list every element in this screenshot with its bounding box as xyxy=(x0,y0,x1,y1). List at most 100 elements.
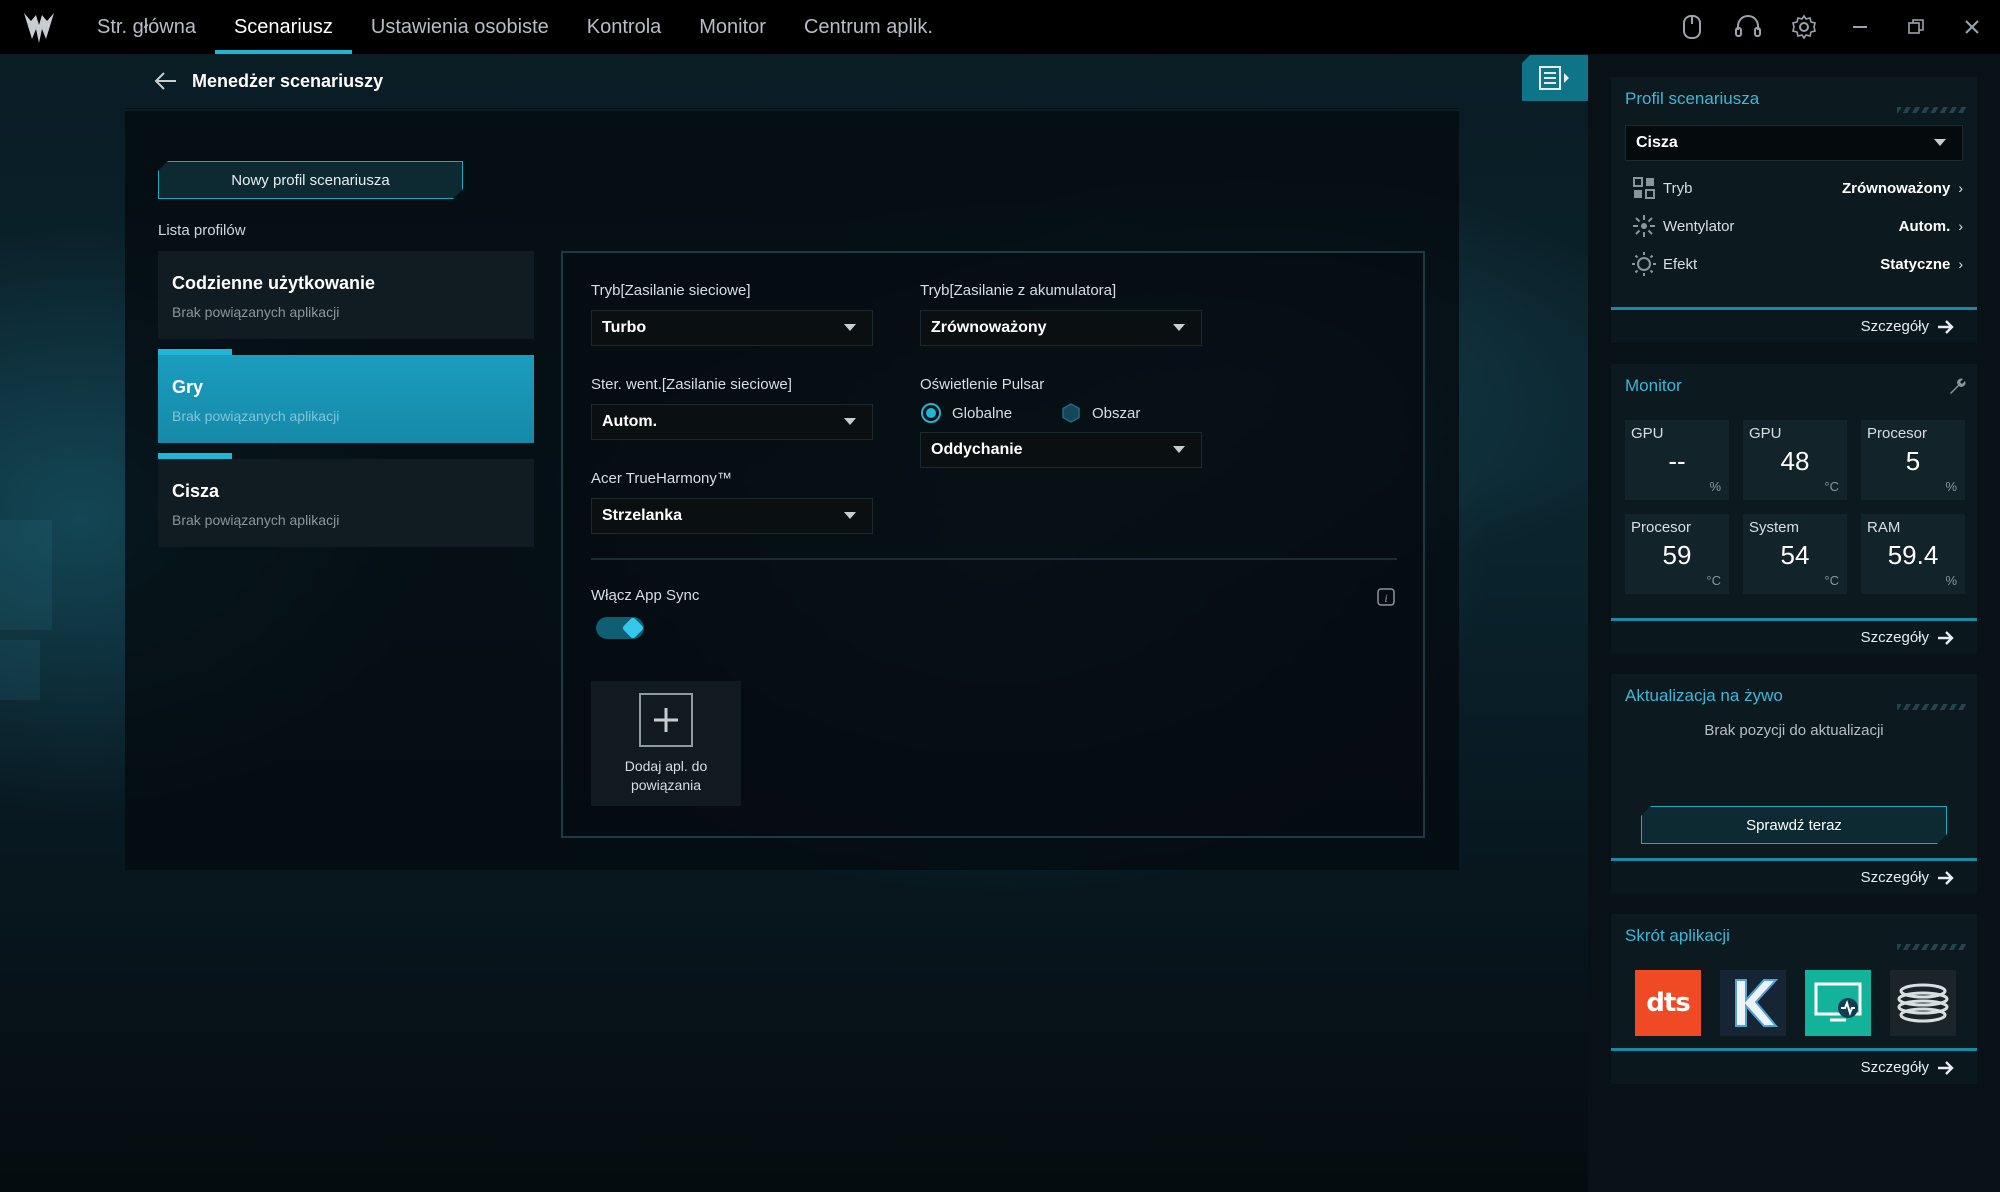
trueharmony-value: Strzelanka xyxy=(602,507,683,524)
fan-value: Autom. xyxy=(602,413,658,430)
trueharmony-label: Acer TrueHarmony™ xyxy=(591,470,732,487)
profile-item-daily[interactable]: Codzienne użytkowanie Brak powiązanych a… xyxy=(158,251,534,339)
trueharmony-dropdown[interactable]: Strzelanka xyxy=(591,498,873,534)
monitor-card: Monitor GPU --% GPU 48 °C Procesor 5% Proces… xyxy=(1611,364,1977,654)
live-update-details-link[interactable]: Szczegóły xyxy=(1611,858,1977,894)
add-app-label: Dodaj apl. do powiązania xyxy=(625,757,708,795)
chevron-down-icon xyxy=(1157,433,1201,467)
restore-icon[interactable] xyxy=(1888,0,1944,54)
plus-icon xyxy=(639,693,693,747)
shortcuts-details-link[interactable]: Szczegóły xyxy=(1611,1048,1977,1084)
metric-unit: % xyxy=(1945,573,1957,588)
monitor-details-link[interactable]: Szczegóły xyxy=(1611,618,1977,654)
card-title: Monitor xyxy=(1611,364,1977,408)
dts-icon[interactable]: dts xyxy=(1635,970,1701,1036)
radio-global-label: Globalne xyxy=(952,404,1013,422)
appsync-toggle[interactable] xyxy=(596,616,645,640)
profile-subtitle: Brak powiązanych aplikacji xyxy=(172,304,340,320)
bg-decor xyxy=(0,640,40,700)
nav-scenario[interactable]: Scenariusz xyxy=(214,0,352,54)
profile-item-silence[interactable]: Cisza Brak powiązanych aplikacji xyxy=(158,453,534,547)
top-navigation-bar: Str. główna Scenariusz Ustawienia osobis… xyxy=(0,0,2000,54)
settings-gear-icon[interactable] xyxy=(1776,0,1832,54)
chevron-down-icon xyxy=(828,405,872,439)
back-arrow-icon[interactable] xyxy=(152,70,178,92)
window-controls xyxy=(1664,0,2000,54)
row-value: Autom. xyxy=(1898,217,1951,235)
fan-row[interactable]: Wentylator Autom. › xyxy=(1611,207,1977,245)
pulsar-label: Oświetlenie Pulsar xyxy=(920,376,1045,393)
details-label: Szczegóły xyxy=(1860,1059,1929,1076)
monitor-gpu-temp: GPU 48 °C xyxy=(1743,420,1847,500)
pulsar-effect-value: Oddychanie xyxy=(931,441,1023,458)
new-profile-button[interactable]: Nowy profil scenariusza xyxy=(158,161,463,199)
app-shortcuts-card: Skrót aplikacji dts Szczegóły xyxy=(1611,914,1977,1084)
nav-app-center[interactable]: Centrum aplik. xyxy=(785,0,952,54)
profile-name: Gry xyxy=(172,377,204,397)
svg-text:i: i xyxy=(1384,591,1387,605)
radio-zone-label: Obszar xyxy=(1092,404,1141,422)
metric-unit: °C xyxy=(1706,573,1721,588)
chevron-right-icon: › xyxy=(1958,256,1963,272)
row-label: Tryb xyxy=(1663,179,1693,197)
nav-personal-settings[interactable]: Ustawienia osobiste xyxy=(352,0,568,54)
close-icon[interactable] xyxy=(1944,0,2000,54)
arrow-right-icon xyxy=(1938,870,1954,885)
sun-icon xyxy=(1631,251,1657,277)
mode-dc-label: Tryb[Zasilanie z akumulatora] xyxy=(920,282,1117,299)
radio-selected-icon xyxy=(921,403,941,423)
mode-dc-dropdown[interactable]: Zrównoważony xyxy=(920,310,1202,346)
title-stripes xyxy=(1897,107,1967,113)
check-now-button[interactable]: Sprawdź teraz xyxy=(1641,806,1947,844)
monitor-gpu-usage: GPU --% xyxy=(1625,420,1729,500)
info-icon[interactable]: i xyxy=(1376,587,1396,607)
metric-label: System xyxy=(1749,519,1800,536)
fan-dropdown[interactable]: Autom. xyxy=(591,404,873,440)
arrow-right-icon xyxy=(1938,630,1954,645)
details-label: Szczegóły xyxy=(1860,629,1929,646)
profile-item-games[interactable]: Gry Brak powiązanych aplikacji xyxy=(158,349,534,443)
monitor-system-temp: System 54 °C xyxy=(1743,514,1847,594)
scenario-profile-card: Profil scenariusza Cisza Tryb Zrównoważo… xyxy=(1611,77,1977,343)
metric-value: 48 xyxy=(1780,446,1810,476)
arrow-right-icon xyxy=(1938,1060,1954,1075)
metric-label: RAM xyxy=(1867,519,1901,536)
metric-value: 59 xyxy=(1662,540,1692,570)
nav-home[interactable]: Str. główna xyxy=(78,0,215,54)
radio-global[interactable]: Globalne xyxy=(920,402,1012,424)
scenario-profile-select[interactable]: Cisza xyxy=(1625,125,1963,161)
row-label: Wentylator xyxy=(1663,217,1735,235)
details-label: Szczegóły xyxy=(1860,318,1929,335)
metric-label: GPU xyxy=(1749,425,1782,442)
mode-ac-dropdown[interactable]: Turbo xyxy=(591,310,873,346)
nav-control[interactable]: Kontrola xyxy=(568,0,681,54)
headset-icon[interactable] xyxy=(1720,0,1776,54)
fan-label: Ster. went.[Zasilanie sieciowe] xyxy=(591,376,792,393)
wrench-icon[interactable] xyxy=(1947,376,1967,396)
killer-icon[interactable] xyxy=(1720,970,1786,1036)
system-monitor-icon[interactable] xyxy=(1805,970,1871,1036)
metric-value: -- xyxy=(1668,446,1686,476)
effect-row[interactable]: Efekt Statyczne › xyxy=(1611,245,1977,283)
coil-icon[interactable] xyxy=(1890,970,1956,1036)
radio-zone[interactable]: Obszar xyxy=(1060,402,1140,424)
arrow-right-icon xyxy=(1938,319,1954,334)
mode-row[interactable]: Tryb Zrównoważony › xyxy=(1611,169,1977,207)
mouse-icon[interactable] xyxy=(1664,0,1720,54)
pulsar-effect-dropdown[interactable]: Oddychanie xyxy=(920,432,1202,468)
card-title-text: Skrót aplikacji xyxy=(1625,926,1730,945)
add-app-binding-button[interactable]: Dodaj apl. do powiązania xyxy=(591,681,741,806)
main-nav: Str. główna Scenariusz Ustawienia osobis… xyxy=(78,0,952,54)
fan-icon xyxy=(1631,213,1657,239)
nav-monitor[interactable]: Monitor xyxy=(680,0,785,54)
profile-details-link[interactable]: Szczegóły xyxy=(1611,307,1977,343)
row-value: Statyczne xyxy=(1880,255,1951,273)
bg-decor xyxy=(0,520,52,630)
card-title-text: Aktualizacja na żywo xyxy=(1625,686,1783,705)
details-label: Szczegóły xyxy=(1860,869,1929,886)
card-accent xyxy=(158,453,232,459)
row-value: Zrównoważony xyxy=(1841,179,1951,197)
minimize-icon[interactable] xyxy=(1832,0,1888,54)
profile-subtitle: Brak powiązanych aplikacji xyxy=(172,408,340,424)
sidebar-toggle-button[interactable] xyxy=(1522,55,1588,101)
